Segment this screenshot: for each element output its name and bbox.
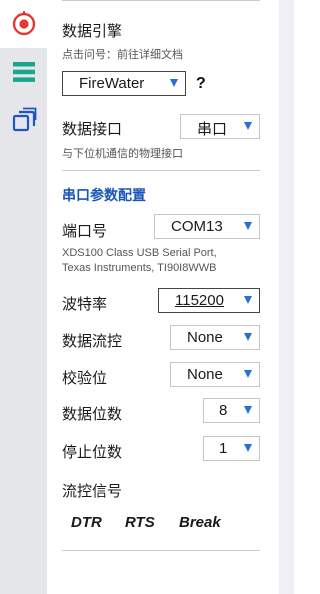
flow-control-value: None [187, 329, 223, 346]
data-engine-title: 数据引擎 [62, 23, 123, 40]
parity-select[interactable]: None [170, 362, 260, 387]
port-desc-line1: XDS100 Class USB Serial Port, [62, 247, 217, 259]
bottom-divider [62, 550, 260, 551]
stop-bits-label: 停止位数 [62, 444, 123, 461]
data-engine-select[interactable]: FireWater [62, 71, 186, 96]
port-select[interactable]: COM13 [154, 214, 260, 239]
parity-value: None [187, 366, 223, 383]
rts-button[interactable]: RTS [125, 514, 155, 531]
stop-bits-value: 1 [219, 440, 228, 457]
parity-label: 校验位 [62, 370, 108, 387]
flow-control-select[interactable]: None [170, 325, 260, 350]
windows-stack-icon[interactable] [11, 107, 37, 133]
serial-section-title: 串口参数配置 [62, 187, 146, 203]
icon-rail [0, 0, 47, 594]
dtr-button[interactable]: DTR [71, 514, 102, 531]
top-divider [62, 0, 260, 1]
data-bits-label: 数据位数 [62, 406, 123, 423]
port-value: COM13 [171, 218, 223, 235]
break-button[interactable]: Break [179, 514, 221, 531]
flow-control-label: 数据流控 [62, 333, 123, 350]
baud-select[interactable]: 115200 [158, 288, 260, 313]
data-engine-value: FireWater [79, 75, 145, 92]
chevron-down-icon [244, 444, 252, 452]
chevron-down-icon [244, 406, 252, 414]
record-target-icon[interactable] [11, 11, 37, 37]
flow-signals-label: 流控信号 [62, 483, 123, 500]
stop-bits-select[interactable]: 1 [203, 436, 260, 461]
port-label: 端口号 [62, 223, 108, 240]
data-interface-hint: 与下位机通信的物理接口 [62, 148, 183, 160]
data-interface-select[interactable]: 串口 [180, 114, 260, 139]
chevron-down-icon [244, 296, 252, 304]
chevron-down-icon [170, 79, 178, 87]
scroll-strip[interactable] [279, 0, 294, 594]
help-question-button[interactable]: ? [196, 75, 206, 93]
data-bits-value: 8 [219, 402, 228, 419]
menu-lines-icon[interactable] [11, 59, 37, 85]
baud-label: 波特率 [62, 296, 108, 313]
baud-value: 115200 [175, 292, 224, 309]
chevron-down-icon [244, 333, 252, 341]
data-interface-label: 数据接口 [62, 121, 123, 138]
chevron-down-icon [244, 370, 252, 378]
data-engine-hint: 点击问号：前往详细文档 [62, 49, 183, 61]
section-divider [62, 170, 260, 171]
data-interface-value: 串口 [197, 121, 228, 138]
chevron-down-icon [244, 122, 252, 130]
chevron-down-icon [244, 222, 252, 230]
port-desc-line2: Texas Instruments, TI90I8WWB [62, 262, 217, 274]
data-bits-select[interactable]: 8 [203, 398, 260, 423]
